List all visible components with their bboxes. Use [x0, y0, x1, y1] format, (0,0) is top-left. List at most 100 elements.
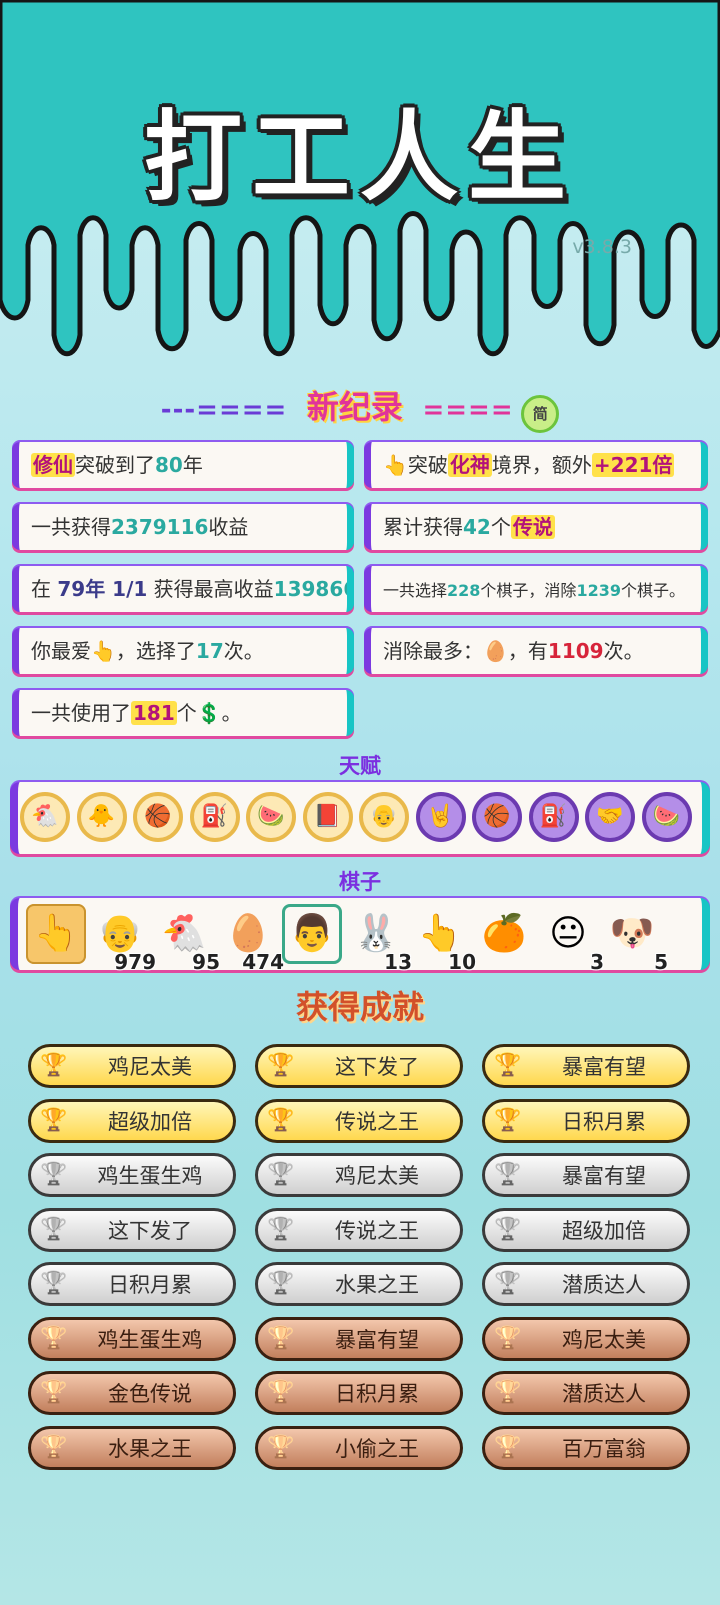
record-card-c3: 一共获得2379116收益 [12, 504, 354, 550]
achievement-badge[interactable]: 🏆 超级加倍 [28, 1098, 236, 1143]
grandpa-icon[interactable]: 👴 979 [90, 904, 156, 972]
basketballs-icon[interactable]: 🏀 [133, 792, 183, 842]
achievement-badge[interactable]: 🏆 百万富翁 [482, 1425, 690, 1470]
achievement-badge[interactable]: 🏆 传说之王 [255, 1098, 463, 1143]
trophy-icon: 🏆 [267, 1216, 295, 1242]
achievement-badge[interactable]: 🏆 小偷之王 [255, 1425, 463, 1470]
crowned-dog-icon[interactable]: 🐶 5 [602, 904, 668, 972]
achievement-badge[interactable]: 🏆 传说之王 [255, 1207, 463, 1252]
trophy-icon: 🏆 [267, 1107, 295, 1133]
achievement-badge[interactable]: 🏆 超级加倍 [482, 1207, 690, 1252]
record-text: 一共使用了 [31, 701, 131, 725]
record-text: ，选择了 [115, 639, 196, 663]
bald-man-icon[interactable]: 👨 [282, 904, 342, 964]
achievement-badge[interactable]: 🏆 日积月累 [28, 1262, 236, 1306]
achievement-badge[interactable]: 🏆 鸡生蛋生鸡 [28, 1153, 236, 1197]
achievement-label: 这下发了 [108, 1218, 192, 1243]
pointer-hand-icon[interactable]: 👆 [26, 904, 86, 964]
yellow-face-icon[interactable]: 😐 3 [538, 904, 604, 972]
record-text: 收益 [208, 515, 249, 539]
record-text: 42 [463, 515, 491, 539]
version-label: v3.8.3 [572, 236, 632, 258]
achievement-label: 小偷之王 [335, 1436, 419, 1461]
record-text: 次。 [223, 639, 264, 663]
trophy-icon: 🏆 [267, 1380, 295, 1405]
trophy-icon: 🏆 [494, 1107, 522, 1133]
record-text: 1239 [576, 581, 621, 600]
pieces-label: 棋子 [339, 870, 381, 894]
rabbit-icon[interactable]: 🐰 13 [346, 904, 412, 972]
achievement-label: 日积月累 [562, 1109, 646, 1134]
pointer-hand-icon[interactable]: 👆 10 [410, 904, 476, 972]
simplified-toggle-button[interactable]: 简 [521, 394, 560, 433]
achievement-label: 传说之王 [335, 1218, 419, 1243]
achievement-label: 鸡尼太美 [562, 1327, 646, 1352]
trophy-icon: 🏆 [40, 1216, 68, 1242]
trophy-icon: 🏆 [267, 1325, 295, 1351]
record-text: 境界，额外 [491, 453, 592, 477]
record-card-c4: 累计获得42个 传说 [364, 504, 708, 550]
yellow-face-glyph: 😐 [549, 913, 587, 954]
achievement-badge[interactable]: 🏆 水果之王 [255, 1262, 463, 1306]
old-man-icon[interactable]: 👴 [359, 792, 409, 842]
record-text: 。 [221, 701, 242, 725]
game-title: 打工人生 [143, 101, 576, 215]
record-text: 在 [31, 577, 58, 601]
achievement-badge[interactable]: 🏆 鸡生蛋生鸡 [28, 1316, 236, 1361]
time-magazine-icon[interactable]: 📕 [302, 792, 353, 842]
achievement-badge[interactable]: 🏆 暴富有望 [482, 1044, 690, 1088]
oranges-icon[interactable]: 🍊 [474, 904, 534, 964]
achievements-heading: 获得成就 [295, 988, 424, 1026]
trophy-icon: 🏆 [267, 1434, 295, 1460]
pump-icon[interactable]: ⛽ [528, 792, 579, 842]
record-text: +221倍 [591, 453, 675, 477]
egg-icon[interactable]: 🥚 474 [218, 904, 284, 972]
achievement-badge[interactable]: 🏆 水果之王 [28, 1425, 236, 1470]
piece-count: 95 [192, 950, 220, 974]
achievement-badge[interactable]: 🏆 这下发了 [28, 1207, 236, 1252]
watermelon-icon[interactable]: 🍉 [641, 792, 692, 842]
achievement-label: 超级加倍 [562, 1218, 646, 1243]
basketballs-icon[interactable]: 🏀 [472, 792, 522, 842]
chicken-glyph: 🐔 [161, 913, 207, 954]
achievement-badge[interactable]: 🏆 金色传说 [28, 1371, 236, 1415]
achievement-label: 暴富有望 [335, 1327, 419, 1352]
achievement-badge[interactable]: 🏆 潜质达人 [482, 1371, 690, 1415]
chicken-icon[interactable]: 🐔 95 [154, 904, 220, 972]
trophy-icon: 🏆 [40, 1162, 68, 1187]
achievement-badge[interactable]: 🏆 鸡尼太美 [255, 1153, 463, 1197]
trophy-icon: 🏆 [494, 1380, 522, 1405]
achievement-label: 暴富有望 [562, 1164, 646, 1188]
record-text: 化神 [447, 453, 492, 477]
achievement-badge[interactable]: 🏆 潜质达人 [482, 1262, 690, 1306]
fruit-bowl-icon[interactable]: 🍉 [246, 792, 296, 842]
crowned-dog-glyph: 🐶 [609, 913, 655, 954]
achievement-badge[interactable]: 🏆 鸡尼太美 [482, 1316, 690, 1361]
record-text: 个 [490, 515, 511, 539]
achievement-badge[interactable]: 🏆 鸡尼太美 [28, 1044, 236, 1088]
achievement-badge[interactable]: 🏆 这下发了 [255, 1044, 463, 1088]
achievement-label: 水果之王 [335, 1273, 419, 1297]
trophy-icon: 🏆 [267, 1162, 295, 1187]
rabbit-glyph: 🐰 [353, 913, 399, 954]
piece-count: 474 [242, 950, 284, 974]
chicken-egg-icon[interactable]: 🐔 [20, 792, 70, 842]
record-text: 79年 1/1 [57, 577, 148, 601]
achievement-badge[interactable]: 🏆 日积月累 [482, 1098, 690, 1143]
achievement-label: 这下发了 [335, 1055, 419, 1079]
rock-hand-icon[interactable]: 🤘 [415, 792, 466, 842]
achievement-badge[interactable]: 🏆 暴富有望 [482, 1153, 690, 1197]
achievement-badge[interactable]: 🏆 暴富有望 [255, 1316, 463, 1361]
record-text: 139866 [273, 577, 354, 601]
pump-icon[interactable]: ⛽ [189, 792, 240, 842]
trophy-icon: 🏆 [494, 1216, 522, 1242]
chick-rocket-icon[interactable]: 🐥 [76, 792, 127, 842]
handshake-icon[interactable]: 🤝 [585, 792, 635, 842]
new-record-heading: ---==== 新纪录 ==== 简 [0, 382, 720, 433]
oranges-glyph: 🍊 [481, 913, 527, 954]
achievement-label: 金色传说 [108, 1382, 192, 1406]
achievement-label: 鸡尼太美 [335, 1164, 419, 1188]
achievement-badge[interactable]: 🏆 日积月累 [255, 1371, 463, 1415]
record-card-c6: 一共选择228个棋子，消除1239个棋子。 [364, 566, 708, 612]
piece-count: 5 [654, 950, 668, 974]
